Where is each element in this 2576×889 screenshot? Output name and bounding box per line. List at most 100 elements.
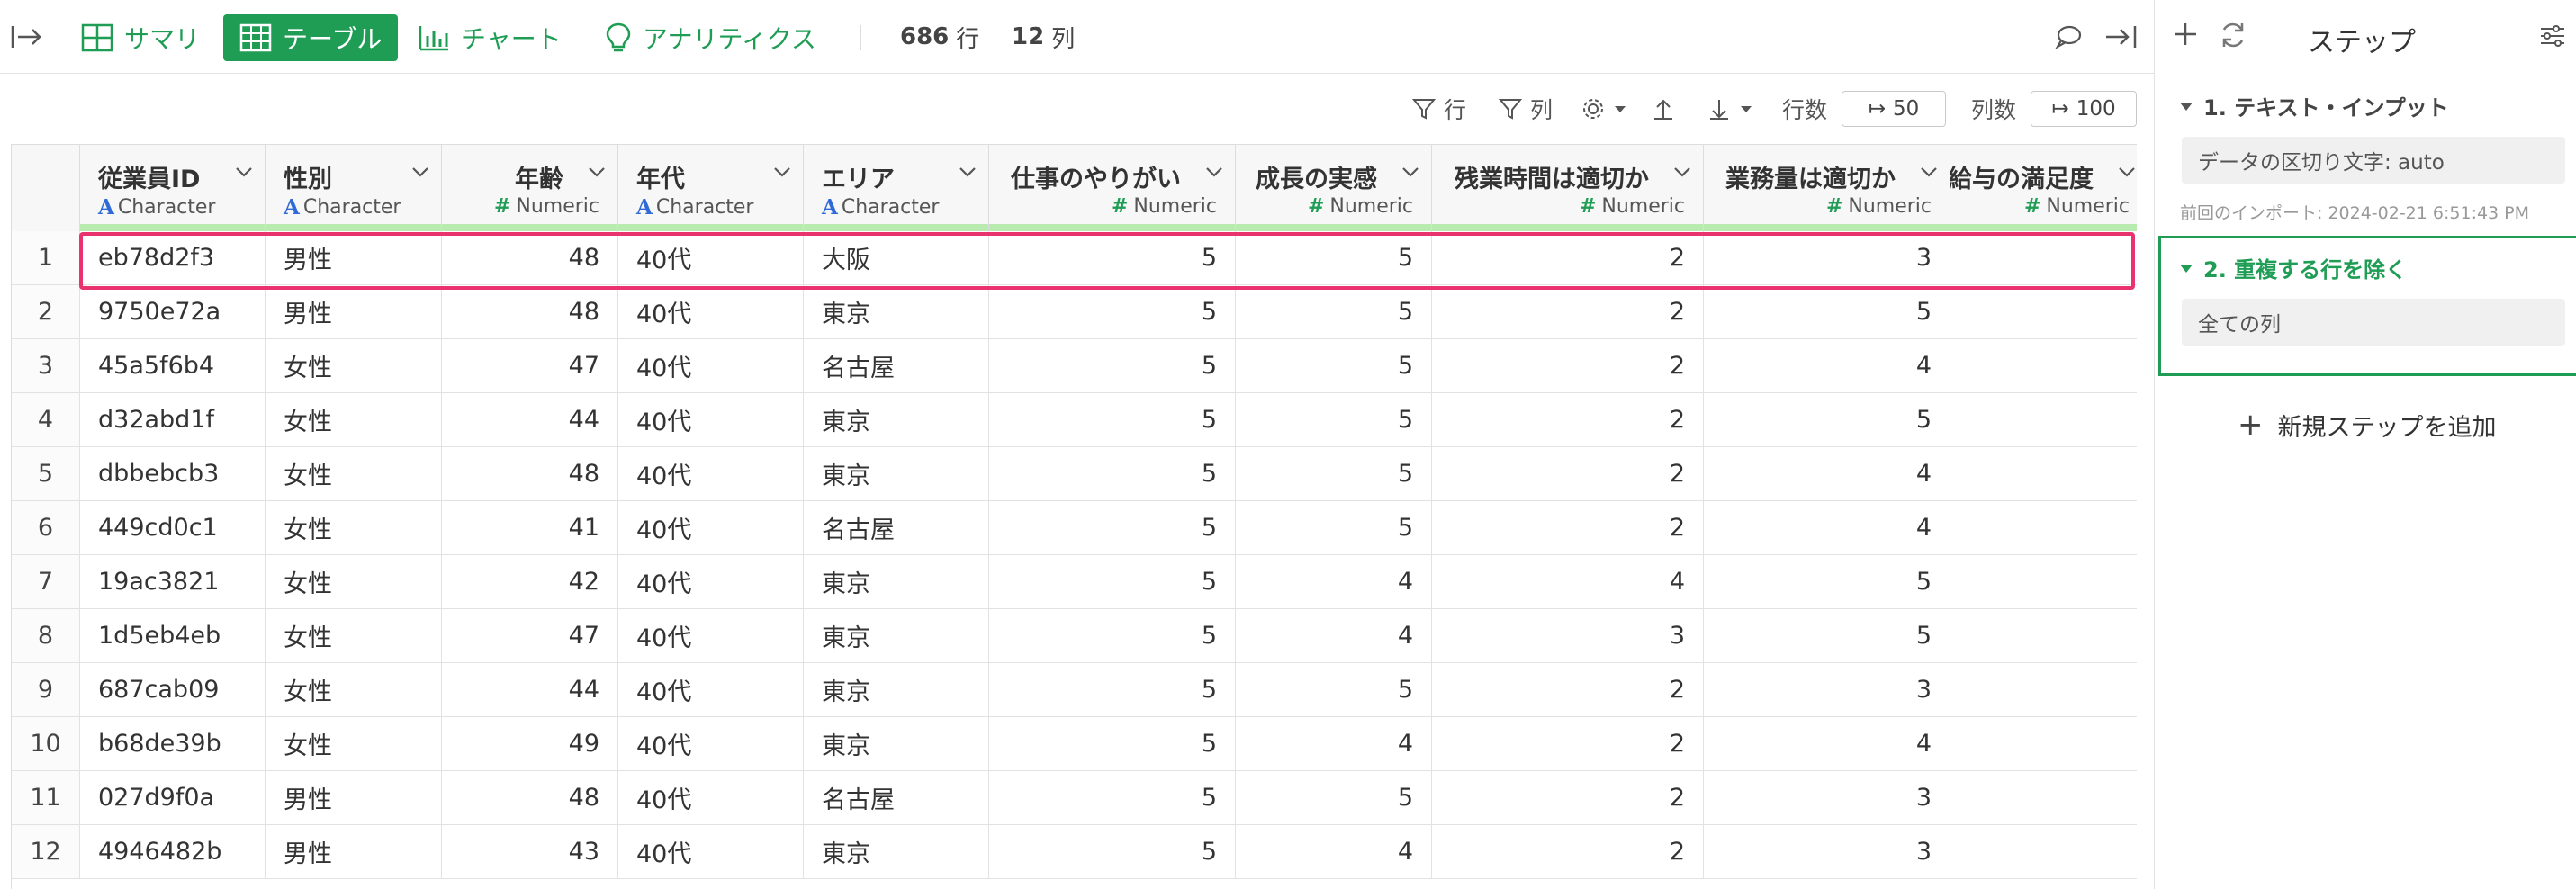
- table-cell[interactable]: 5: [989, 663, 1236, 717]
- table-cell[interactable]: 5: [989, 339, 1236, 393]
- table-cell[interactable]: [1950, 393, 2137, 447]
- table-cell[interactable]: [1950, 717, 2137, 771]
- table-cell[interactable]: 40代: [618, 609, 804, 663]
- table-cell[interactable]: 5: [1236, 231, 1432, 285]
- add-step-button[interactable]: + 新規ステップを追加: [2238, 405, 2497, 444]
- column-header[interactable]: 残業時間は適切か # Numeric: [1432, 145, 1704, 231]
- table-cell[interactable]: 48: [442, 771, 618, 825]
- column-filter-button[interactable]: 列: [1498, 91, 1553, 127]
- table-cell[interactable]: 4: [1704, 447, 1950, 501]
- settings-dropdown[interactable]: [1581, 91, 1635, 127]
- table-cell[interactable]: 5: [989, 285, 1236, 339]
- table-cell[interactable]: 5: [989, 231, 1236, 285]
- table-cell[interactable]: 女性: [266, 717, 442, 771]
- table-cell[interactable]: eb78d2f3: [80, 231, 266, 285]
- table-cell[interactable]: 5: [989, 393, 1236, 447]
- chevron-down-icon[interactable]: [1401, 165, 1420, 183]
- table-cell[interactable]: 4: [1236, 555, 1432, 609]
- table-cell[interactable]: 5: [1704, 393, 1950, 447]
- upload-icon[interactable]: [1651, 91, 1683, 127]
- table-cell[interactable]: 5: [1236, 339, 1432, 393]
- table-cell[interactable]: 40代: [618, 717, 804, 771]
- table-cell[interactable]: 40代: [618, 339, 804, 393]
- table-cell[interactable]: 4946482b: [80, 825, 266, 879]
- table-cell[interactable]: 4: [1432, 555, 1704, 609]
- table-cell[interactable]: 40代: [618, 771, 804, 825]
- table-cell[interactable]: 2: [1432, 339, 1704, 393]
- collapse-left-icon[interactable]: [9, 0, 45, 74]
- table-cell[interactable]: 43: [442, 825, 618, 879]
- table-cell[interactable]: 5: [989, 501, 1236, 555]
- table-cell[interactable]: 40代: [618, 447, 804, 501]
- table-cell[interactable]: 女性: [266, 501, 442, 555]
- table-cell[interactable]: 名古屋: [804, 501, 989, 555]
- chevron-down-icon[interactable]: [2117, 165, 2137, 183]
- table-cell[interactable]: [1950, 231, 2137, 285]
- table-cell[interactable]: 男性: [266, 825, 442, 879]
- table-cell[interactable]: 5: [989, 555, 1236, 609]
- table-cell[interactable]: 2: [1432, 393, 1704, 447]
- column-header[interactable]: 成長の実感 # Numeric: [1236, 145, 1432, 231]
- table-cell[interactable]: 東京: [804, 825, 989, 879]
- comment-icon[interactable]: [2054, 0, 2083, 74]
- table-cell[interactable]: 40代: [618, 555, 804, 609]
- sliders-icon[interactable]: [2538, 22, 2567, 54]
- refresh-icon[interactable]: [2218, 20, 2248, 54]
- download-dropdown[interactable]: [1707, 91, 1761, 127]
- table-cell[interactable]: 47: [442, 339, 618, 393]
- table-cell[interactable]: 女性: [266, 393, 442, 447]
- table-cell[interactable]: [1950, 447, 2137, 501]
- step-1-detail[interactable]: データの区切り文字: auto: [2182, 137, 2565, 184]
- tab-table[interactable]: テーブル: [223, 14, 399, 61]
- table-cell[interactable]: [1950, 501, 2137, 555]
- table-cell[interactable]: b68de39b: [80, 717, 266, 771]
- columns-count-input[interactable]: ↦ 100: [2031, 91, 2137, 127]
- table-cell[interactable]: 2: [1432, 663, 1704, 717]
- table-cell[interactable]: 5: [989, 447, 1236, 501]
- table-cell[interactable]: 2: [1432, 231, 1704, 285]
- table-cell[interactable]: 女性: [266, 447, 442, 501]
- table-cell[interactable]: 3: [1432, 609, 1704, 663]
- table-cell[interactable]: 5: [989, 771, 1236, 825]
- table-cell[interactable]: 3: [1704, 663, 1950, 717]
- table-cell[interactable]: 名古屋: [804, 339, 989, 393]
- table-cell[interactable]: 大阪: [804, 231, 989, 285]
- table-cell[interactable]: 4: [1236, 825, 1432, 879]
- table-cell[interactable]: 5: [989, 717, 1236, 771]
- table-cell[interactable]: 45a5f6b4: [80, 339, 266, 393]
- tab-summary[interactable]: サマリ: [65, 14, 216, 61]
- table-cell[interactable]: 40代: [618, 825, 804, 879]
- table-cell[interactable]: 687cab09: [80, 663, 266, 717]
- table-cell[interactable]: 女性: [266, 555, 442, 609]
- table-cell[interactable]: 5: [1704, 609, 1950, 663]
- table-cell[interactable]: dbbebcb3: [80, 447, 266, 501]
- table-cell[interactable]: [1950, 663, 2137, 717]
- table-cell[interactable]: 449cd0c1: [80, 501, 266, 555]
- tab-analytics[interactable]: アナリティクス: [589, 14, 833, 61]
- table-cell[interactable]: 女性: [266, 339, 442, 393]
- table-cell[interactable]: 4: [1704, 339, 1950, 393]
- table-cell[interactable]: [1950, 825, 2137, 879]
- table-cell[interactable]: 東京: [804, 663, 989, 717]
- table-cell[interactable]: 47: [442, 609, 618, 663]
- table-cell[interactable]: 2: [1432, 825, 1704, 879]
- rows-count-input[interactable]: ↦ 50: [1842, 91, 1946, 127]
- table-cell[interactable]: 5: [989, 609, 1236, 663]
- table-cell[interactable]: 東京: [804, 555, 989, 609]
- table-cell[interactable]: 5: [989, 825, 1236, 879]
- table-cell[interactable]: 5: [1236, 663, 1432, 717]
- table-cell[interactable]: 東京: [804, 447, 989, 501]
- table-cell[interactable]: 49: [442, 717, 618, 771]
- column-header[interactable]: 性別 A Character: [266, 145, 442, 231]
- table-cell[interactable]: 2: [1432, 501, 1704, 555]
- table-cell[interactable]: 5: [1236, 285, 1432, 339]
- table-cell[interactable]: 女性: [266, 609, 442, 663]
- table-cell[interactable]: 42: [442, 555, 618, 609]
- column-header[interactable]: 仕事のやりがい # Numeric: [989, 145, 1236, 231]
- tab-chart[interactable]: チャート: [401, 14, 578, 61]
- table-cell[interactable]: 40代: [618, 231, 804, 285]
- column-header[interactable]: 年齢 # Numeric: [442, 145, 618, 231]
- chevron-down-icon[interactable]: [587, 165, 607, 183]
- table-cell[interactable]: [1950, 609, 2137, 663]
- row-filter-button[interactable]: 行: [1411, 91, 1466, 127]
